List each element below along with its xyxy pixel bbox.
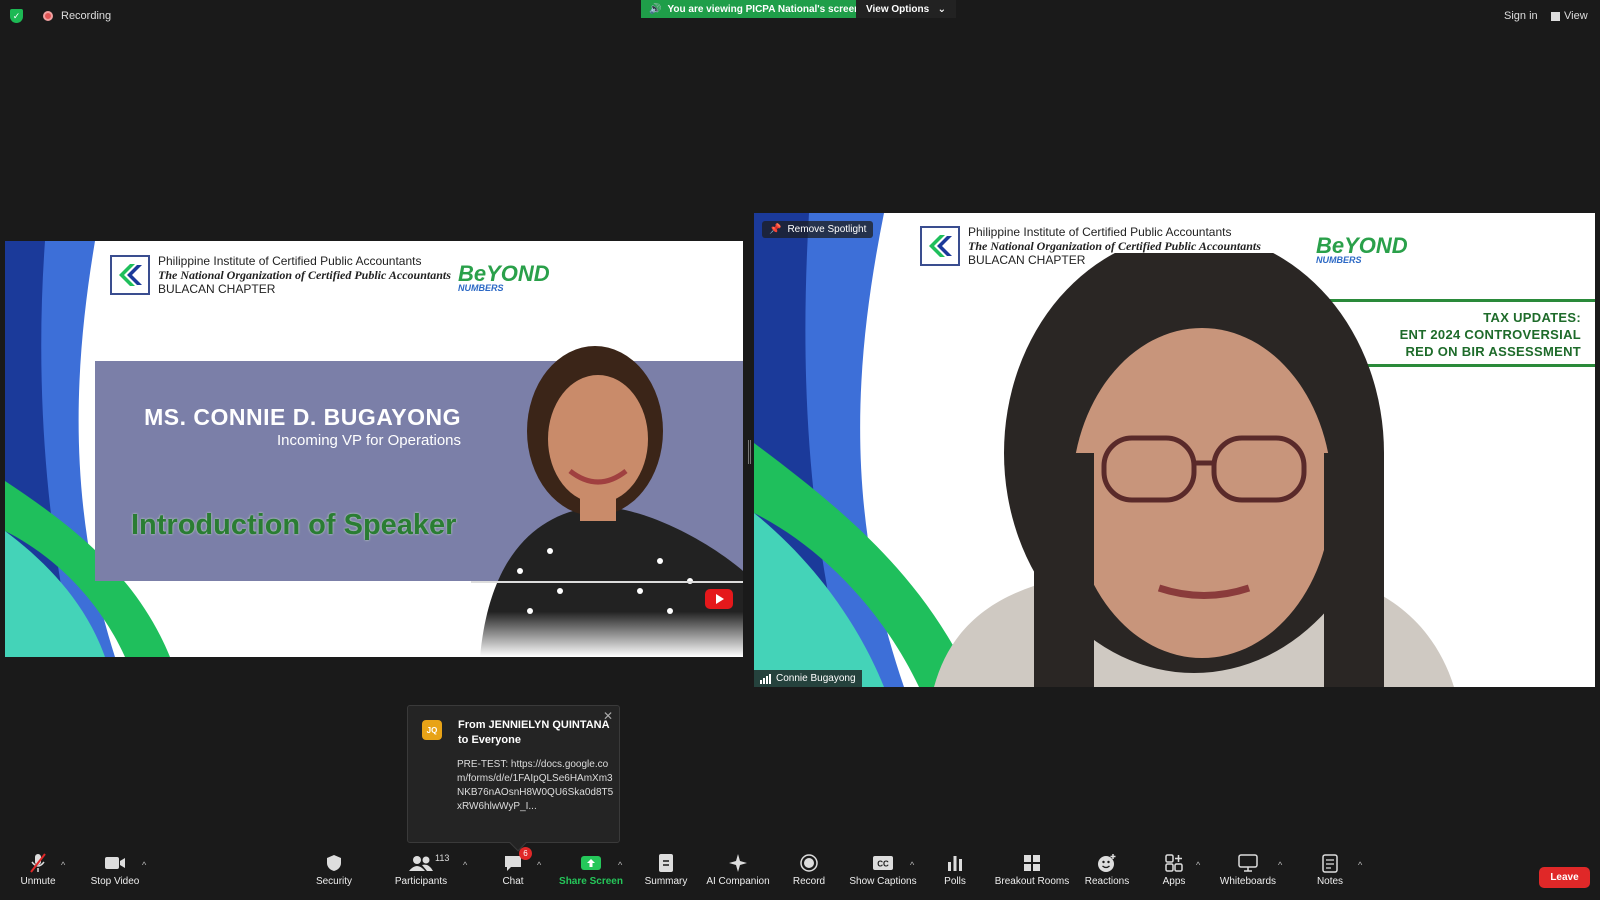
apps-icon: [1134, 852, 1214, 874]
breakout-rooms-button[interactable]: Breakout Rooms: [992, 852, 1072, 887]
participants-button[interactable]: 113 Participants: [381, 852, 461, 887]
security-label: Security: [315, 876, 353, 887]
summary-icon: [626, 852, 706, 874]
share-screen-label: Share Screen: [559, 876, 623, 887]
polls-icon: [915, 852, 995, 874]
view-options-button[interactable]: View Options ⌄: [856, 0, 956, 18]
recording-indicator: ✓ Recording: [10, 9, 111, 23]
notes-caret-icon[interactable]: ^: [1358, 860, 1362, 870]
chat-message[interactable]: PRE-TEST: https://docs.google.com/forms/…: [457, 758, 617, 814]
viewing-banner: 🔊 You are viewing PICPA National's scree…: [641, 0, 871, 18]
speaker-video-tile[interactable]: Philippine Institute of Certified Public…: [754, 213, 1595, 687]
apps-label: Apps: [1162, 876, 1186, 887]
youtube-play-icon[interactable]: [705, 589, 733, 609]
security-shield-icon: [294, 852, 374, 874]
resize-handle[interactable]: [748, 440, 751, 464]
zoom-meeting-window: ✓ Recording 🔊 You are viewing PICPA Nati…: [0, 0, 1600, 900]
participants-label: Participants: [394, 876, 448, 887]
ai-companion-label: AI Companion: [706, 876, 770, 887]
unmute-label: Unmute: [20, 876, 56, 887]
participants-count: 113: [435, 853, 450, 863]
breakout-rooms-label: Breakout Rooms: [994, 876, 1070, 887]
top-bar: ✓ Recording 🔊 You are viewing PICPA Nati…: [0, 0, 1600, 34]
muted-mic-icon: [0, 852, 78, 874]
audio-options-caret-icon[interactable]: ^: [61, 860, 65, 870]
show-captions-label: Show Captions: [849, 876, 917, 887]
org-chapter: BULACAN CHAPTER: [158, 282, 276, 296]
whiteboards-label: Whiteboards: [1219, 876, 1277, 887]
svg-text:CC: CC: [877, 860, 889, 869]
apps-button[interactable]: Apps: [1134, 852, 1214, 887]
polls-label: Polls: [944, 876, 966, 887]
speaker-name: MS. CONNIE D. BUGAYONG: [144, 404, 461, 430]
speaker-photo: [480, 346, 743, 657]
sign-in-link[interactable]: Sign in: [1504, 10, 1538, 22]
org-header: Philippine Institute of Certified Public…: [110, 254, 451, 296]
avatar: JQ: [422, 720, 442, 740]
record-label: Record: [792, 876, 826, 887]
chat-recipient: to Everyone: [458, 734, 521, 746]
viewing-banner-text: You are viewing PICPA National's screen: [667, 3, 861, 15]
whiteboard-icon: [1208, 852, 1288, 874]
remove-spotlight-button[interactable]: 📌 Remove Spotlight: [762, 221, 874, 238]
apps-caret-icon[interactable]: ^: [1196, 860, 1200, 870]
chat-sender: From JENNIELYN QUINTANA: [458, 719, 610, 731]
meeting-toolbar: Unmute ^ Stop Video ^ Security 113 Parti…: [0, 847, 1600, 900]
participant-name-tag: Connie Bugayong: [754, 670, 862, 687]
org-tagline: The National Organization of Certified P…: [158, 268, 451, 282]
speaker-icon: 🔊: [649, 3, 662, 15]
record-button[interactable]: Record: [769, 852, 849, 887]
captions-caret-icon[interactable]: ^: [910, 860, 914, 870]
pin-icon: 📌: [769, 224, 782, 235]
view-options-label: View Options: [866, 3, 930, 15]
picpa-logo-icon: [110, 255, 150, 295]
chevron-down-icon: ⌄: [937, 3, 946, 15]
whiteboards-caret-icon[interactable]: ^: [1278, 860, 1282, 870]
whiteboards-button[interactable]: Whiteboards: [1208, 852, 1288, 887]
summary-button[interactable]: Summary: [626, 852, 706, 887]
video-progress-bar[interactable]: [471, 581, 743, 583]
polls-button[interactable]: Polls: [915, 852, 995, 887]
speaker-camera-feed: [934, 253, 1454, 687]
shared-screen-tile[interactable]: Philippine Institute of Certified Public…: [5, 241, 743, 657]
security-button[interactable]: Security: [294, 852, 374, 887]
view-label: View: [1564, 10, 1588, 22]
intro-heading: Introduction of Speaker: [131, 509, 457, 541]
participant-name: Connie Bugayong: [776, 673, 856, 684]
video-options-caret-icon[interactable]: ^: [142, 860, 146, 870]
chat-notification-popup[interactable]: ✕ JQ From JENNIELYN QUINTANA to Everyone…: [407, 705, 620, 852]
org-tagline: The National Organization of Certified P…: [968, 239, 1261, 253]
notes-label: Notes: [1316, 876, 1344, 887]
unmute-button[interactable]: Unmute: [0, 852, 78, 887]
participants-caret-icon[interactable]: ^: [463, 860, 467, 870]
leave-button[interactable]: Leave: [1539, 867, 1590, 888]
speaker-role: Incoming VP for Operations: [277, 432, 461, 449]
chat-unread-badge: 6: [519, 847, 532, 860]
view-button[interactable]: View: [1551, 10, 1588, 22]
summary-label: Summary: [644, 876, 688, 887]
chat-label: Chat: [502, 876, 524, 887]
recording-label: Recording: [61, 10, 112, 22]
chat-caret-icon[interactable]: ^: [537, 860, 541, 870]
view-grid-icon: [1551, 11, 1560, 21]
remove-spotlight-label: Remove Spotlight: [787, 224, 867, 235]
share-caret-icon[interactable]: ^: [618, 860, 622, 870]
record-icon: [769, 852, 849, 874]
signal-bars-icon: [760, 673, 771, 684]
org-name: Philippine Institute of Certified Public…: [158, 254, 422, 268]
beyond-numbers-logo: BeYOND NUMBERS: [458, 261, 550, 293]
breakout-rooms-icon: [992, 852, 1072, 874]
tax-line-1: TAX UPDATES:: [1483, 310, 1581, 325]
recording-dot-icon: [43, 11, 53, 21]
stop-video-label: Stop Video: [90, 876, 140, 887]
sparkle-icon: [698, 852, 778, 874]
ai-companion-button[interactable]: AI Companion: [698, 852, 778, 887]
shield-icon[interactable]: ✓: [10, 9, 23, 23]
org-name: Philippine Institute of Certified Public…: [968, 225, 1232, 239]
